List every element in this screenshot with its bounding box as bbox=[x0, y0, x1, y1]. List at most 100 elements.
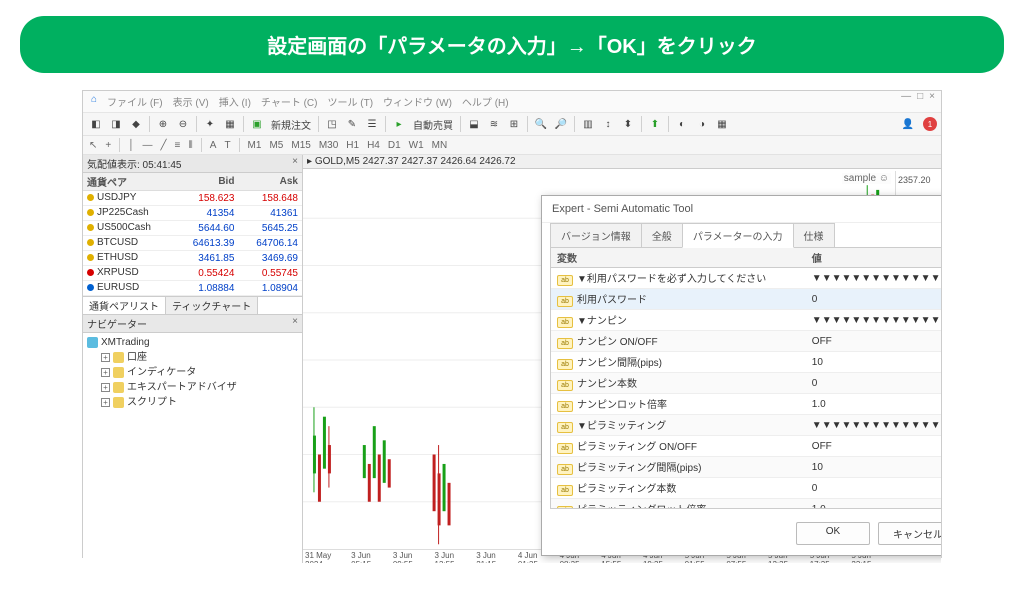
trendline-icon[interactable]: ╱ bbox=[160, 140, 166, 151]
tab-parameters[interactable]: パラメーターの入力 bbox=[682, 223, 794, 248]
tab-version[interactable]: バージョン情報 bbox=[550, 223, 642, 248]
ok-button[interactable]: OK bbox=[796, 522, 870, 545]
timeframe-h4[interactable]: H4 bbox=[367, 140, 380, 151]
vline-icon[interactable]: │ bbox=[128, 140, 134, 151]
param-row[interactable]: abピラミッティング ON/OFFOFF bbox=[551, 436, 941, 457]
tree-item[interactable]: +スクリプト bbox=[87, 395, 298, 410]
market-row[interactable]: US500Cash5644.605645.25 bbox=[83, 221, 302, 236]
menu-window[interactable]: ウィンドウ (W) bbox=[383, 94, 452, 109]
label-icon[interactable]: T bbox=[224, 140, 230, 151]
hline-icon[interactable]: — bbox=[142, 140, 152, 151]
tab-general[interactable]: 全般 bbox=[641, 223, 683, 248]
panel-close-icon[interactable]: × bbox=[292, 316, 298, 331]
tool-icon[interactable]: ◐ bbox=[673, 115, 691, 133]
tool-icon[interactable]: ▣ bbox=[248, 115, 266, 133]
menu-help[interactable]: ヘルプ (H) bbox=[462, 94, 509, 109]
autotrade-icon[interactable]: ▸ bbox=[390, 115, 408, 133]
tool-icon[interactable]: ⬍ bbox=[619, 115, 637, 133]
tool-icon[interactable]: ⊕ bbox=[154, 115, 172, 133]
maximize-icon[interactable]: □ bbox=[917, 91, 923, 102]
tool-icon[interactable]: ≋ bbox=[485, 115, 503, 133]
x-tick: 3 Jun 05:15 bbox=[351, 551, 393, 562]
tool-icon[interactable]: ◳ bbox=[323, 115, 341, 133]
col-pair[interactable]: 通貨ペア bbox=[83, 173, 175, 191]
fib-icon[interactable]: ⦀ bbox=[188, 140, 192, 151]
close-icon[interactable]: × bbox=[929, 91, 935, 102]
menu-file[interactable]: ファイル (F) bbox=[107, 94, 163, 109]
cancel-button[interactable]: キャンセル bbox=[878, 522, 941, 545]
tool-icon[interactable]: ◧ bbox=[87, 115, 105, 133]
market-row[interactable]: XRPUSD0.554240.55745 bbox=[83, 266, 302, 281]
param-row[interactable]: ab▼利用パスワードを必ず入力してください▼▼▼▼▼▼▼▼▼▼▼▼▼▼ bbox=[551, 268, 941, 289]
timeframe-mn[interactable]: MN bbox=[432, 140, 448, 151]
tool-icon[interactable]: ▦ bbox=[713, 115, 731, 133]
col-bid[interactable]: Bid bbox=[175, 173, 239, 191]
tool-icon[interactable]: ◑ bbox=[693, 115, 711, 133]
minimize-icon[interactable]: — bbox=[901, 91, 911, 102]
crosshair-icon[interactable]: + bbox=[105, 140, 111, 151]
market-row[interactable]: EURUSD1.088841.08904 bbox=[83, 281, 302, 296]
tool-icon[interactable]: ⬆ bbox=[646, 115, 664, 133]
param-row[interactable]: ab▼ピラミッティング▼▼▼▼▼▼▼▼▼▼▼▼▼▼ bbox=[551, 415, 941, 436]
menu-tool[interactable]: ツール (T) bbox=[327, 94, 373, 109]
param-row[interactable]: abナンピン本数0 bbox=[551, 373, 941, 394]
tool-icon[interactable]: 👤 bbox=[899, 115, 917, 133]
timeframe-m15[interactable]: M15 bbox=[291, 140, 310, 151]
param-row[interactable]: ab▼ナンピン▼▼▼▼▼▼▼▼▼▼▼▼▼▼ bbox=[551, 310, 941, 331]
tool-icon[interactable]: ▥ bbox=[579, 115, 597, 133]
chart-area[interactable]: ▸ GOLD,M5 2427.37 2427.37 2426.64 2426.7… bbox=[303, 155, 941, 563]
notification-badge[interactable]: 1 bbox=[923, 117, 937, 131]
market-watch-title: 気配値表示: 05:41:45 bbox=[87, 156, 181, 171]
autotrade-button[interactable]: 自動売買 bbox=[410, 117, 456, 132]
timeframe-w1[interactable]: W1 bbox=[409, 140, 424, 151]
param-row[interactable]: abピラミッティング本数0 bbox=[551, 478, 941, 499]
channel-icon[interactable]: ≡ bbox=[175, 140, 181, 151]
home-icon[interactable]: ⌂ bbox=[91, 94, 97, 109]
param-row[interactable]: abナンピン ON/OFFOFF bbox=[551, 331, 941, 352]
tool-icon[interactable]: ▦ bbox=[221, 115, 239, 133]
tree-root[interactable]: XMTrading bbox=[87, 335, 298, 350]
panel-close-icon[interactable]: × bbox=[292, 156, 298, 171]
param-row[interactable]: abナンピンロット倍率1.0 bbox=[551, 394, 941, 415]
param-row[interactable]: abナンピン間隔(pips)10 bbox=[551, 352, 941, 373]
chart-title-text: GOLD,M5 2427.37 2427.37 2426.64 2426.72 bbox=[315, 156, 516, 167]
drawing-toolbar: ↖ + │ — ╱ ≡ ⦀ A T M1 M5 M15 M30 H1 H4 D1… bbox=[83, 136, 941, 155]
tool-icon[interactable]: ✎ bbox=[343, 115, 361, 133]
text-icon[interactable]: A bbox=[210, 140, 217, 151]
tool-icon[interactable]: ✦ bbox=[201, 115, 219, 133]
cursor-icon[interactable]: ↖ bbox=[89, 140, 97, 151]
timeframe-d1[interactable]: D1 bbox=[388, 140, 401, 151]
param-row[interactable]: abピラミッティング間隔(pips)10 bbox=[551, 457, 941, 478]
tree-item[interactable]: +エキスパートアドバイザ bbox=[87, 380, 298, 395]
tree-item[interactable]: +インディケータ bbox=[87, 365, 298, 380]
tab-symbol-list[interactable]: 通貨ペアリスト bbox=[83, 297, 166, 314]
timeframe-m5[interactable]: M5 bbox=[269, 140, 283, 151]
market-row[interactable]: ETHUSD3461.853469.69 bbox=[83, 251, 302, 266]
menu-insert[interactable]: 挿入 (I) bbox=[219, 94, 251, 109]
zoom-out-icon[interactable]: 🔎 bbox=[552, 115, 570, 133]
tool-icon[interactable]: ◆ bbox=[127, 115, 145, 133]
timeframe-m1[interactable]: M1 bbox=[248, 140, 262, 151]
timeframe-m30[interactable]: M30 bbox=[319, 140, 338, 151]
menu-chart[interactable]: チャート (C) bbox=[261, 94, 318, 109]
tool-icon[interactable]: ⬓ bbox=[465, 115, 483, 133]
tab-spec[interactable]: 仕様 bbox=[793, 223, 835, 248]
tool-icon[interactable]: ☰ bbox=[363, 115, 381, 133]
timeframe-h1[interactable]: H1 bbox=[346, 140, 359, 151]
zoom-in-icon[interactable]: 🔍 bbox=[532, 115, 550, 133]
market-row[interactable]: BTCUSD64613.3964706.14 bbox=[83, 236, 302, 251]
tool-icon[interactable]: ↕ bbox=[599, 115, 617, 133]
tool-icon[interactable]: ◨ bbox=[107, 115, 125, 133]
tool-icon[interactable]: ⊞ bbox=[505, 115, 523, 133]
market-row[interactable]: USDJPY158.623158.648 bbox=[83, 191, 302, 206]
tool-icon[interactable]: ⊖ bbox=[174, 115, 192, 133]
param-row[interactable]: ab利用パスワード0 bbox=[551, 289, 941, 310]
param-row[interactable]: abピラミッティングロット倍率1.0 bbox=[551, 499, 941, 509]
tree-item[interactable]: +口座 bbox=[87, 350, 298, 365]
new-order-button[interactable]: 新規注文 bbox=[268, 117, 314, 132]
market-row[interactable]: JP225Cash4135441361 bbox=[83, 206, 302, 221]
parameter-table[interactable]: 変数 値 ab▼利用パスワードを必ず入力してください▼▼▼▼▼▼▼▼▼▼▼▼▼▼… bbox=[551, 248, 941, 508]
tab-tick-chart[interactable]: ティックチャート bbox=[166, 297, 258, 314]
col-ask[interactable]: Ask bbox=[238, 173, 302, 191]
menu-view[interactable]: 表示 (V) bbox=[173, 94, 209, 109]
